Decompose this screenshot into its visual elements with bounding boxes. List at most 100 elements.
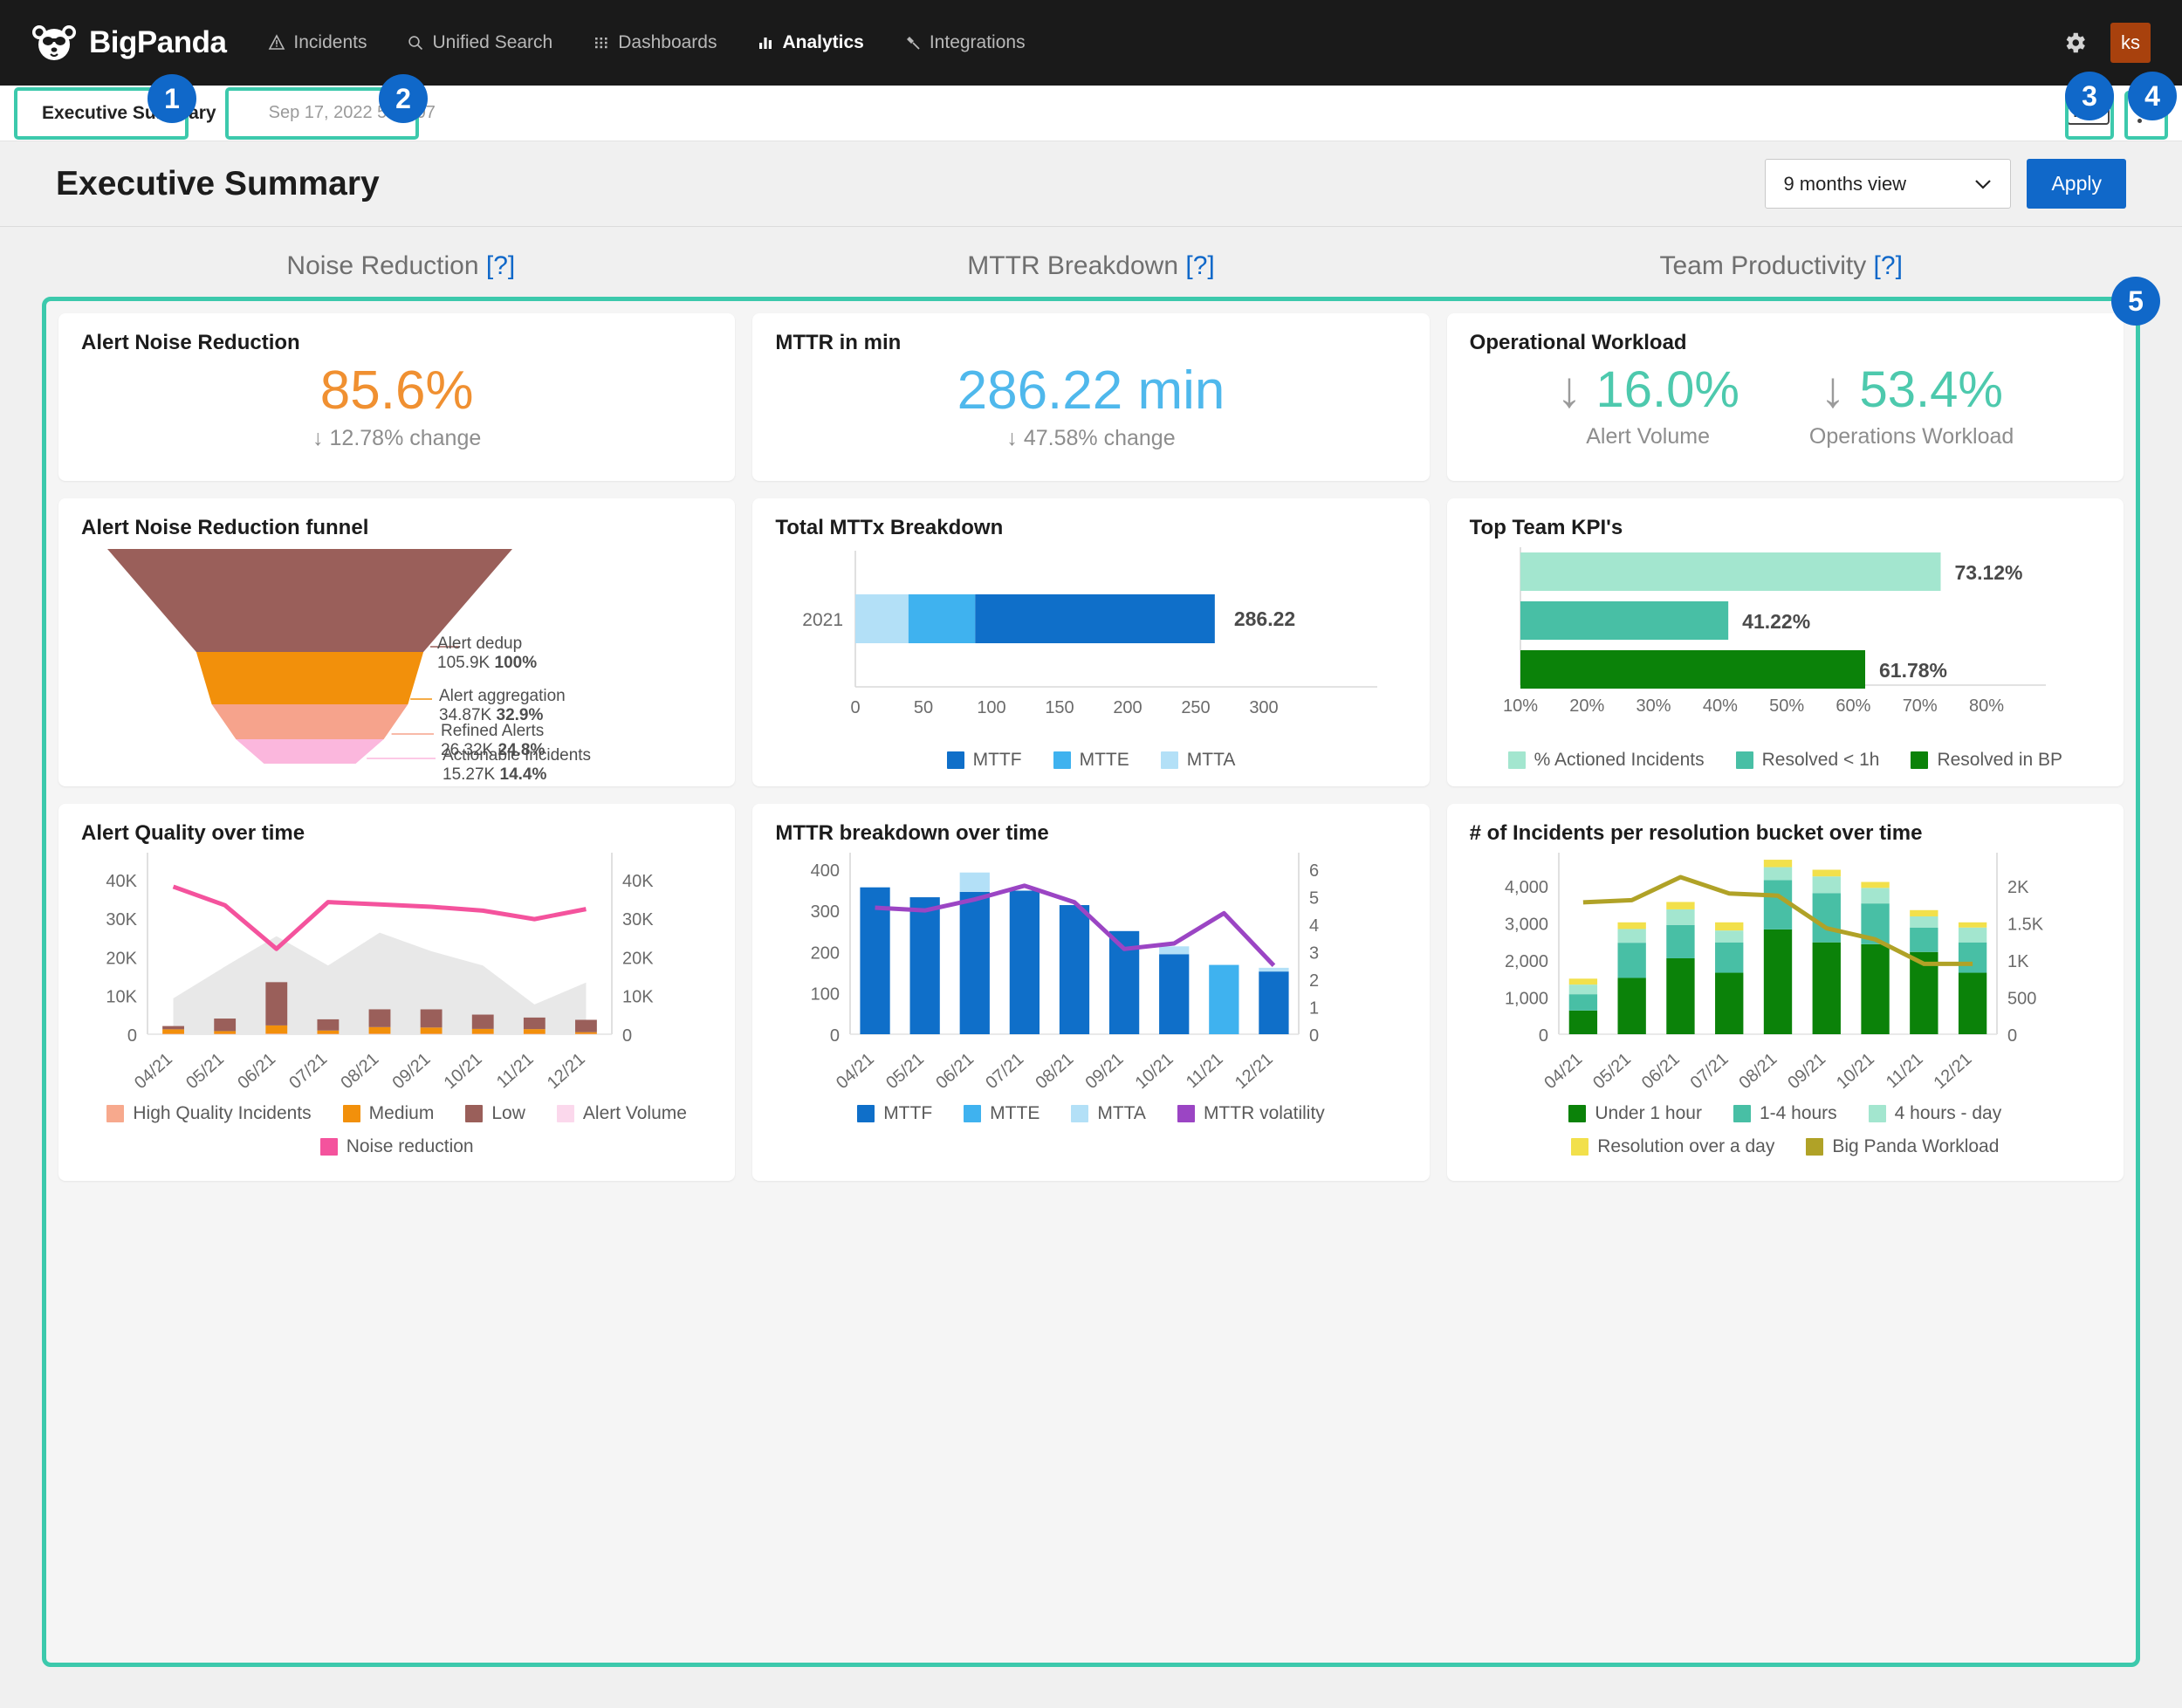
legend-item[interactable]: 1-4 hours	[1733, 1103, 1837, 1124]
bar-segment[interactable]	[369, 1009, 391, 1026]
bar-segment[interactable]	[960, 873, 990, 892]
bar-segment[interactable]	[1812, 870, 1840, 877]
bar-segment[interactable]	[1617, 923, 1645, 929]
bar-segment[interactable]	[1568, 1011, 1596, 1034]
bar-segment[interactable]	[1959, 923, 1986, 928]
legend-item[interactable]: Low	[465, 1103, 525, 1124]
funnel-segment[interactable]	[212, 704, 408, 739]
time-range-select[interactable]: 9 months view	[1765, 159, 2011, 209]
bar-segment[interactable]	[1159, 954, 1189, 1034]
bar-segment[interactable]	[1259, 968, 1289, 971]
bar-segment[interactable]	[1666, 958, 1694, 1034]
bar-segment[interactable]	[1568, 984, 1596, 994]
legend-item[interactable]: Resolved in BP	[1911, 750, 2062, 771]
bar-segment[interactable]	[1666, 909, 1694, 925]
legend-item[interactable]: Resolution over a day	[1571, 1136, 1774, 1157]
bar-segment[interactable]	[1910, 910, 1938, 916]
legend-item[interactable]: MTTR volatility	[1177, 1103, 1325, 1124]
bar-segment[interactable]	[1812, 876, 1840, 893]
bar-segment[interactable]	[1812, 943, 1840, 1034]
bar-segment[interactable]	[1910, 916, 1938, 928]
bar-segment[interactable]	[524, 1018, 546, 1029]
brand-logo[interactable]: BigPanda	[31, 23, 226, 63]
bar[interactable]	[1520, 601, 1728, 640]
bar-segment[interactable]	[1715, 943, 1743, 973]
bar-segment[interactable]	[1715, 930, 1743, 943]
bar-segment[interactable]	[162, 1033, 184, 1034]
legend-item[interactable]: MTTA	[1161, 750, 1236, 771]
bar-segment[interactable]	[421, 1027, 443, 1033]
bar-segment[interactable]	[162, 1026, 184, 1030]
bar-segment[interactable]	[575, 1019, 597, 1032]
legend-item[interactable]: MTTF	[947, 750, 1022, 771]
funnel-segment[interactable]	[236, 739, 383, 764]
bar-segment[interactable]	[1568, 994, 1596, 1011]
funnel-chart[interactable]: Alert dedup105.9K 100%Alert aggregation3…	[81, 540, 712, 776]
nav-item-unified-search[interactable]: Unified Search	[407, 32, 552, 53]
bar-segment[interactable]	[1617, 977, 1645, 1034]
nav-item-dashboards[interactable]: Dashboards	[593, 32, 717, 53]
bar-segment[interactable]	[1568, 978, 1596, 984]
bar[interactable]	[1520, 650, 1865, 689]
apply-button[interactable]: Apply	[2027, 159, 2126, 209]
bar-segment[interactable]	[1060, 905, 1089, 1034]
bar-segment[interactable]	[421, 1009, 443, 1027]
funnel-segment[interactable]	[196, 652, 423, 704]
help-icon[interactable]: [?]	[1874, 251, 1903, 280]
legend-item[interactable]: Big Panda Workload	[1806, 1136, 1999, 1157]
bar-segment[interactable]	[1763, 860, 1791, 867]
bar-segment[interactable]	[472, 1029, 494, 1034]
bar-segment[interactable]	[472, 1015, 494, 1029]
legend-item[interactable]: High Quality Incidents	[106, 1103, 311, 1124]
legend-item[interactable]: 4 hours - day	[1869, 1103, 2002, 1124]
legend-item[interactable]: Medium	[343, 1103, 435, 1124]
bar-segment[interactable]	[214, 1019, 236, 1031]
bar-segment[interactable]	[1763, 868, 1791, 881]
legend-item[interactable]: % Actioned Incidents	[1508, 750, 1705, 771]
nav-item-integrations[interactable]: Integrations	[904, 32, 1026, 53]
bar-segment[interactable]	[524, 1029, 546, 1033]
bar-segment[interactable]	[369, 1027, 391, 1034]
bar-segment[interactable]	[1812, 893, 1840, 942]
bar-segment[interactable]	[1910, 928, 1938, 952]
bar-segment[interactable]	[1010, 890, 1040, 1034]
legend-item[interactable]: MTTF	[857, 1103, 932, 1124]
nav-item-incidents[interactable]: Incidents	[268, 32, 367, 53]
bar-segment[interactable]	[1666, 902, 1694, 909]
bar-segment[interactable]	[910, 897, 940, 1034]
avatar[interactable]: ks	[2110, 23, 2151, 63]
help-icon[interactable]: [?]	[486, 251, 515, 280]
bar-segment[interactable]	[1763, 929, 1791, 1034]
bar-segment[interactable]	[1617, 943, 1645, 977]
tab-executive-summary[interactable]: Executive Summary	[31, 96, 227, 131]
bar-segment[interactable]	[214, 1031, 236, 1033]
bar-segment[interactable]	[1259, 971, 1289, 1034]
legend-item[interactable]: Noise reduction	[320, 1136, 474, 1157]
bar-segment[interactable]	[1617, 929, 1645, 943]
bar-segment[interactable]	[1861, 882, 1889, 888]
bar-segment[interactable]	[1666, 925, 1694, 958]
mttr-breakdown-chart[interactable]: 0100200300400012345604/2105/2106/2107/21…	[775, 846, 1406, 1094]
bar-segment[interactable]	[265, 982, 287, 1025]
bar-segment[interactable]	[265, 1033, 287, 1034]
help-icon[interactable]: [?]	[1185, 251, 1214, 280]
bar-segment[interactable]	[976, 594, 1216, 643]
bar-segment[interactable]	[855, 594, 909, 643]
bar-segment[interactable]	[1715, 923, 1743, 930]
top-team-kpis-chart[interactable]: 10%20%30%40%50%60%70%80%73.12%41.22%61.7…	[1470, 540, 2101, 741]
bar-segment[interactable]	[369, 1033, 391, 1034]
bar-segment[interactable]	[524, 1033, 546, 1034]
gear-icon[interactable]	[2062, 30, 2088, 56]
legend-item[interactable]: Under 1 hour	[1568, 1103, 1702, 1124]
bar-segment[interactable]	[317, 1031, 339, 1034]
bar-segment[interactable]	[472, 1033, 494, 1034]
bar-segment[interactable]	[575, 1032, 597, 1034]
bar-segment[interactable]	[317, 1019, 339, 1031]
bar-segment[interactable]	[1715, 973, 1743, 1034]
legend-item[interactable]: Resolved < 1h	[1736, 750, 1880, 771]
legend-item[interactable]: MTTA	[1071, 1103, 1146, 1124]
bar-segment[interactable]	[1959, 973, 1986, 1034]
total-mttx-chart[interactable]: 0501001502002503002021286.22	[775, 540, 1406, 741]
bar-segment[interactable]	[1159, 946, 1189, 954]
bar-segment[interactable]	[1959, 943, 1986, 973]
